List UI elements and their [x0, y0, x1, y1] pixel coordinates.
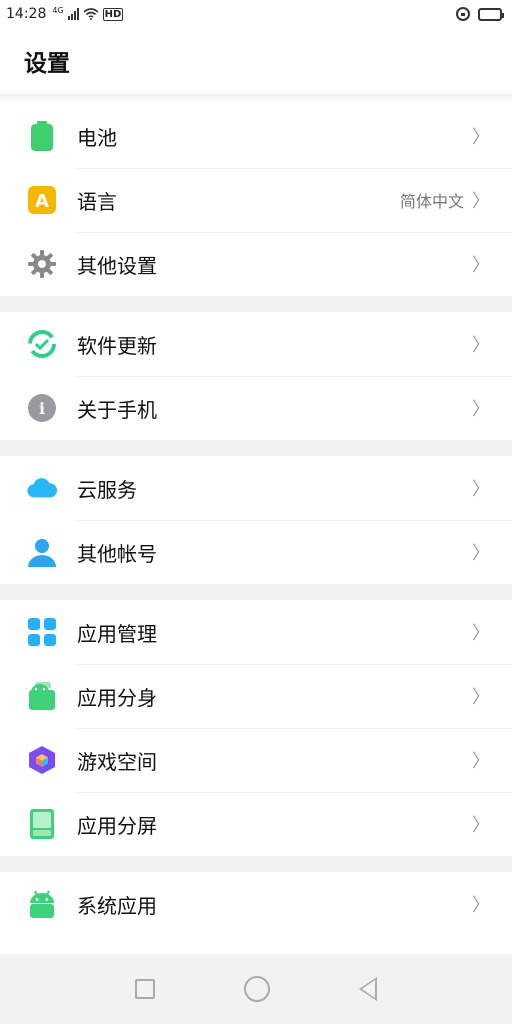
settings-list: 电池 〉 A 语言 简体中文 〉 其他设置 〉 软件更新 〉 i 关于手机 〉 … — [0, 94, 512, 936]
chevron-right-icon: 〉 — [472, 479, 490, 500]
settings-item-other-accounts[interactable]: 其他帐号 〉 — [0, 520, 512, 584]
settings-item-battery[interactable]: 电池 〉 — [0, 104, 512, 168]
chevron-right-icon: 〉 — [472, 687, 490, 708]
status-right — [456, 7, 504, 21]
gear-icon — [27, 249, 57, 279]
page-title: 设置 — [24, 51, 70, 77]
language-icon: A — [27, 185, 57, 215]
settings-item-label: 游戏空间 — [77, 749, 157, 774]
settings-item-label: 电池 — [77, 125, 117, 150]
settings-item-cloud-service[interactable]: 云服务 〉 — [0, 456, 512, 520]
settings-item-app-clone[interactable]: 应用分身 〉 — [0, 664, 512, 728]
language-value: 简体中文 — [399, 192, 464, 211]
info-icon-letter: i — [39, 399, 45, 418]
settings-item-label: 软件更新 — [77, 333, 157, 358]
chevron-right-icon: 〉 — [472, 751, 490, 772]
settings-group-3: 云服务 〉 其他帐号 〉 — [0, 456, 512, 584]
settings-item-label: 其他设置 — [77, 253, 157, 278]
chevron-right-icon: 〉 — [472, 255, 490, 276]
battery-icon — [27, 121, 57, 151]
settings-group-5: 系统应用 〉 — [0, 872, 512, 936]
group-divider — [0, 296, 512, 312]
language-icon-letter: A — [35, 191, 49, 212]
wifi-icon — [83, 8, 99, 20]
android-icon — [27, 889, 57, 919]
settings-item-label: 应用管理 — [77, 621, 157, 646]
group-divider — [0, 856, 512, 872]
group-divider — [0, 584, 512, 600]
settings-group-1: 电池 〉 A 语言 简体中文 〉 其他设置 〉 — [0, 104, 512, 296]
recents-button[interactable] — [134, 979, 155, 999]
settings-item-game-space[interactable]: 游戏空间 〉 — [0, 728, 512, 792]
rotation-lock-icon — [456, 7, 470, 21]
group-divider — [0, 440, 512, 456]
home-button[interactable] — [243, 976, 270, 1002]
chevron-right-icon: 〉 — [472, 127, 490, 148]
chevron-right-icon: 〉 — [472, 815, 490, 836]
battery-status-icon — [478, 7, 504, 21]
top-divider — [0, 94, 512, 104]
settings-item-label: 云服务 — [77, 477, 137, 502]
navigation-bar — [0, 954, 512, 1024]
status-left: 14:28 4G HD — [6, 6, 124, 22]
settings-item-about-phone[interactable]: i 关于手机 〉 — [0, 376, 512, 440]
settings-item-label: 应用分身 — [77, 685, 157, 710]
settings-item-language[interactable]: A 语言 简体中文 〉 — [0, 168, 512, 232]
chevron-right-icon: 〉 — [472, 191, 490, 212]
settings-item-other-settings[interactable]: 其他设置 〉 — [0, 232, 512, 296]
settings-item-software-update[interactable]: 软件更新 〉 — [0, 312, 512, 376]
settings-item-app-management[interactable]: 应用管理 〉 — [0, 600, 512, 664]
settings-item-system-apps[interactable]: 系统应用 〉 — [0, 872, 512, 936]
info-icon: i — [27, 393, 57, 423]
status-bar: 14:28 4G HD — [0, 0, 512, 28]
person-icon — [27, 537, 57, 567]
signal-icon — [67, 8, 79, 20]
chevron-right-icon: 〉 — [472, 895, 490, 916]
settings-item-label: 系统应用 — [77, 893, 157, 918]
chevron-right-icon: 〉 — [472, 335, 490, 356]
network-type: 4G — [52, 6, 64, 15]
settings-item-label: 语言 — [77, 189, 117, 214]
cloud-icon — [27, 473, 57, 503]
hd-badge: HD — [102, 7, 124, 21]
chevron-right-icon: 〉 — [472, 399, 490, 420]
settings-item-label: 应用分屏 — [77, 813, 157, 838]
game-cube-icon — [27, 745, 57, 775]
status-time: 14:28 — [6, 6, 47, 22]
settings-item-split-screen[interactable]: 应用分屏 〉 — [0, 792, 512, 856]
chevron-right-icon: 〉 — [472, 623, 490, 644]
settings-item-label: 关于手机 — [77, 397, 157, 422]
settings-group-2: 软件更新 〉 i 关于手机 〉 — [0, 312, 512, 440]
update-icon — [27, 329, 57, 359]
grid-icon — [27, 617, 57, 647]
settings-item-label: 其他帐号 — [77, 541, 157, 566]
split-screen-icon — [27, 809, 57, 839]
chevron-right-icon: 〉 — [472, 543, 490, 564]
back-button[interactable] — [359, 977, 378, 1001]
android-clone-icon — [27, 681, 57, 711]
settings-group-4: 应用管理 〉 应用分身 〉 游戏空间 〉 应用分屏 〉 — [0, 600, 512, 856]
